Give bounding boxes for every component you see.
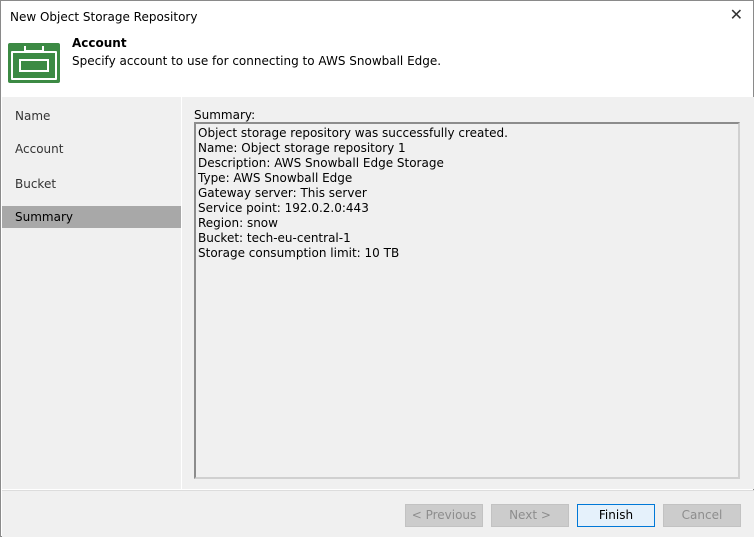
summary-line: Storage consumption limit: 10 TB bbox=[198, 246, 400, 260]
summary-line: Region: snow bbox=[198, 216, 278, 230]
previous-button[interactable]: < Previous bbox=[405, 504, 483, 527]
nav-item-account[interactable]: Account bbox=[2, 138, 181, 160]
summary-line: Service point: 192.0.2.0:443 bbox=[198, 201, 369, 215]
main-panel: Summary: Object storage repository was s… bbox=[182, 97, 754, 489]
step-nav: Name Account Bucket Summary bbox=[2, 97, 181, 489]
summary-line: Description: AWS Snowball Edge Storage bbox=[198, 156, 444, 170]
wizard-window: New Object Storage Repository ✕ Account … bbox=[0, 0, 754, 537]
nav-item-name[interactable]: Name bbox=[2, 105, 181, 127]
repository-icon bbox=[8, 43, 60, 83]
button-bar: < Previous Next > Finish Cancel bbox=[2, 490, 754, 537]
summary-textbox[interactable]: Object storage repository was successful… bbox=[194, 122, 740, 479]
step-description: Specify account to use for connecting to… bbox=[72, 54, 442, 68]
summary-line: Bucket: tech-eu-central-1 bbox=[198, 231, 351, 245]
next-button[interactable]: Next > bbox=[491, 504, 569, 527]
close-icon[interactable]: ✕ bbox=[730, 5, 743, 24]
finish-button[interactable]: Finish bbox=[577, 504, 655, 527]
summary-line: Type: AWS Snowball Edge bbox=[198, 171, 353, 185]
summary-line: Object storage repository was successful… bbox=[198, 126, 508, 140]
summary-label: Summary: bbox=[194, 108, 256, 122]
summary-line: Name: Object storage repository 1 bbox=[198, 141, 406, 155]
nav-item-summary[interactable]: Summary bbox=[2, 206, 181, 228]
cancel-button[interactable]: Cancel bbox=[663, 504, 741, 527]
nav-item-bucket[interactable]: Bucket bbox=[2, 173, 181, 195]
summary-line: Gateway server: This server bbox=[198, 186, 367, 200]
step-title: Account bbox=[72, 36, 127, 50]
window-title: New Object Storage Repository bbox=[10, 10, 198, 24]
